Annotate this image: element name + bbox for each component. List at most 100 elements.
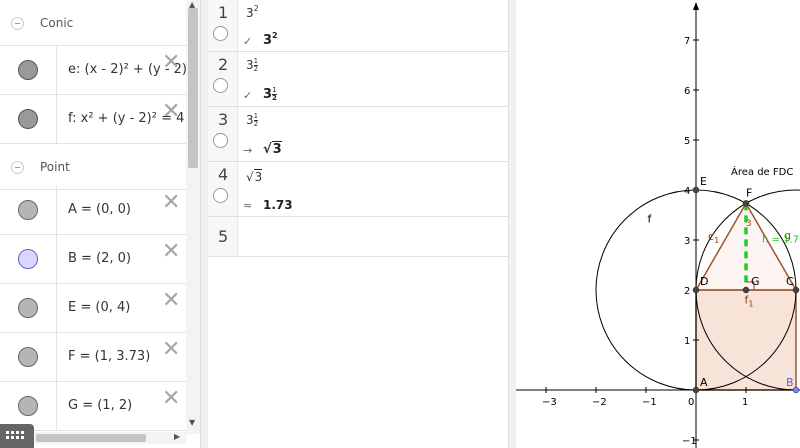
vertical-scrollbar[interactable]: ▲ ▼ [186, 0, 200, 434]
section-header-point[interactable]: Point [0, 144, 186, 190]
section-label: Point [40, 160, 70, 174]
cas-row-number: 3 [218, 110, 229, 129]
visibility-toggle[interactable] [18, 347, 38, 367]
cas-row-radio[interactable] [213, 188, 228, 203]
close-icon[interactable]: ✕ [162, 388, 180, 410]
algebra-item-e[interactable]: e: (x - 2)² + (y - 2)² = 4 ✕ [0, 46, 200, 95]
y-axis-arrow [693, 2, 699, 10]
y-tick-label: 5 [684, 136, 690, 147]
check-icon: ✓ [243, 35, 253, 48]
x-tick-label: 0 [688, 397, 694, 408]
area-text: Área de FDC [731, 165, 793, 178]
keyboard-icon[interactable] [0, 424, 34, 448]
point-label-e: E [700, 175, 707, 188]
point-f[interactable] [742, 200, 750, 207]
scrollbar-thumb[interactable] [36, 434, 146, 442]
algebra-item-e-point[interactable]: E = (0, 4) ✕ [0, 284, 186, 333]
x-tick-labels: −3 −2 −1 0 1 [542, 397, 748, 408]
algebra-item-f-point[interactable]: F = (1, 3.73) ✕ [0, 333, 186, 382]
point-label-c: C [786, 275, 794, 288]
cas-input[interactable]: 312 [246, 58, 259, 73]
algebra-view: Conic e: (x - 2)² + (y - 2)² = 4 ✕ f: x²… [0, 0, 200, 448]
point-e[interactable] [692, 186, 700, 194]
close-icon[interactable]: ✕ [162, 290, 180, 312]
close-icon[interactable]: ✕ [162, 101, 180, 123]
y-tick-label: 6 [684, 86, 690, 97]
cas-row[interactable]: 1 32 ✓ 32 [208, 0, 508, 52]
visibility-toggle[interactable] [18, 249, 38, 269]
point-label-d: D [700, 275, 708, 288]
point-label-b: B [786, 376, 794, 389]
collapse-icon[interactable] [11, 161, 24, 174]
algebra-item-f[interactable]: f: x² + (y - 2)² = 4 ✕ [0, 95, 186, 144]
label-segment-3: 3 [746, 219, 752, 229]
point-label-f: F [746, 186, 752, 199]
visibility-toggle[interactable] [18, 396, 38, 416]
point-d[interactable] [692, 286, 700, 294]
algebra-item-text[interactable]: F = (1, 3.73) [68, 349, 150, 364]
cas-row[interactable]: 2 312 ✓ 312 [208, 52, 508, 107]
view-divider[interactable] [508, 0, 516, 448]
y-tick-label: 4 [684, 186, 690, 197]
label-h: h = 1.73 [762, 235, 800, 246]
scrollbar-thumb[interactable] [188, 8, 198, 168]
y-tick-label: −1 [682, 436, 697, 447]
cas-view: 1 32 ✓ 32 2 312 ✓ 312 3 312 → √3 4 √3 ≈ … [208, 0, 508, 448]
visibility-toggle[interactable] [18, 200, 38, 220]
y-tick-labels: 1 2 3 4 5 6 7 −1 [682, 36, 697, 447]
cas-row-radio[interactable] [213, 133, 228, 148]
algebra-item-text[interactable]: A = (0, 0) [68, 202, 131, 217]
graphics-view[interactable]: −3 −2 −1 0 1 1 2 3 4 5 6 7 −1 ABCDEFG f c1 f1 g h =… [516, 0, 800, 448]
x-tick-label: −3 [542, 397, 557, 408]
close-icon[interactable]: ✕ [162, 52, 180, 74]
algebra-item-a[interactable]: A = (0, 0) ✕ [0, 186, 186, 235]
x-tick-label: −1 [642, 397, 657, 408]
label-c1: c1 [708, 230, 719, 245]
algebra-item-text[interactable]: B = (2, 0) [68, 251, 131, 266]
algebra-item-b[interactable]: B = (2, 0) ✕ [0, 235, 186, 284]
close-icon[interactable]: ✕ [162, 241, 180, 263]
algebra-item-text[interactable]: G = (1, 2) [68, 398, 132, 413]
cas-row[interactable]: 5 [208, 217, 508, 257]
section-label: Conic [40, 16, 74, 30]
cas-input[interactable]: √3 [246, 169, 263, 184]
x-tick-label: 1 [742, 397, 748, 408]
point-a[interactable] [692, 386, 700, 394]
cas-row[interactable]: 3 312 → √3 [208, 107, 508, 162]
view-divider[interactable] [200, 0, 208, 448]
cas-output: 312 [263, 86, 277, 102]
cas-input[interactable]: 32 [246, 4, 259, 20]
x-tick-label: −2 [592, 397, 607, 408]
scroll-down-icon[interactable]: ▼ [189, 418, 195, 427]
check-icon: ✓ [243, 89, 253, 102]
visibility-toggle[interactable] [18, 109, 38, 129]
cas-output: √3 [263, 141, 282, 157]
point-c[interactable] [792, 286, 800, 294]
cas-input[interactable] [246, 227, 496, 247]
y-tick-label: 7 [684, 36, 690, 47]
visibility-toggle[interactable] [18, 60, 38, 80]
cas-row[interactable]: 4 √3 ≈ 1.73 [208, 162, 508, 217]
cas-output: 32 [263, 31, 278, 48]
point-g[interactable] [742, 286, 750, 294]
cas-output: 1.73 [263, 198, 293, 212]
point-b[interactable] [792, 386, 800, 394]
collapse-icon[interactable] [11, 17, 24, 30]
cas-row-number: 1 [218, 3, 229, 22]
close-icon[interactable]: ✕ [162, 192, 180, 214]
graphics-canvas[interactable]: −3 −2 −1 0 1 1234567−1 A BCDEFG f c1 f1 g h =… [516, 0, 800, 448]
arrow-icon: → [243, 144, 253, 157]
algebra-item-text[interactable]: E = (0, 4) [68, 300, 130, 315]
section-header-conic[interactable]: Conic [0, 0, 186, 46]
point-label-a: A [700, 376, 708, 389]
visibility-toggle[interactable] [18, 298, 38, 318]
cas-row-number: 4 [218, 165, 229, 184]
cas-row-radio[interactable] [213, 26, 228, 41]
cas-row-radio[interactable] [213, 78, 228, 93]
scroll-right-icon[interactable]: ▶ [174, 432, 180, 441]
point-label-g: G [751, 275, 760, 288]
cas-input[interactable]: 312 [246, 113, 259, 128]
label-circle-f: f [648, 213, 653, 226]
close-icon[interactable]: ✕ [162, 339, 180, 361]
algebra-item-text[interactable]: e: (x - 2)² + (y - 2)² = 4 [68, 62, 200, 77]
